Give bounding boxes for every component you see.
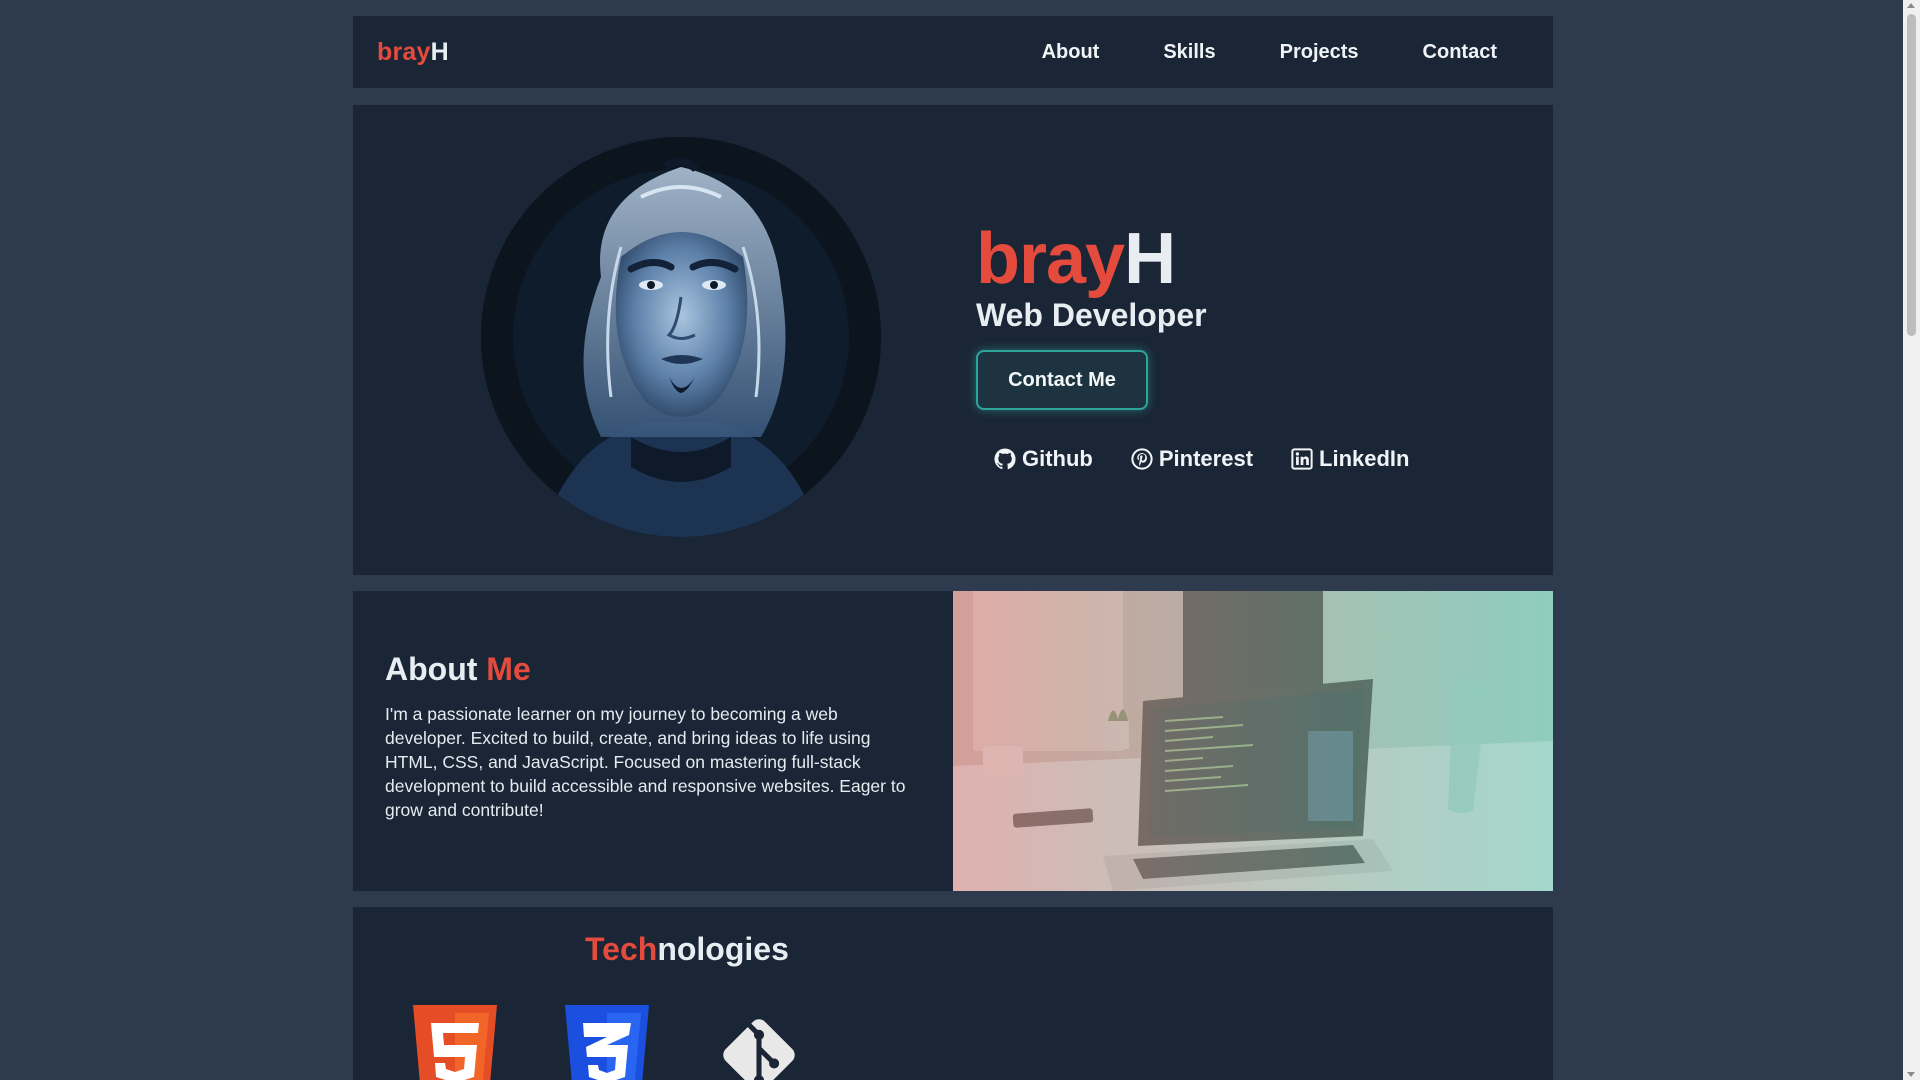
profile-avatar [481, 137, 881, 537]
social-link-github-label: Github [1022, 446, 1093, 471]
social-links: Github Pinterest LinkedIn [976, 446, 1409, 472]
nav-link-projects[interactable]: Projects [1280, 41, 1359, 64]
top-navbar: brayH About Skills Projects Contact [353, 16, 1553, 88]
scroll-up-arrow-icon[interactable] [1907, 3, 1915, 8]
about-content: About Me I'm a passionate learner on my … [353, 591, 953, 891]
technologies-title: Technologies [585, 931, 789, 968]
about-description: I'm a passionate learner on my journey t… [385, 704, 906, 820]
technologies-title-accent: Tech [585, 931, 658, 967]
nav-link-contact[interactable]: Contact [1423, 41, 1497, 64]
nav-link-about[interactable]: About [1042, 41, 1100, 64]
hero-role: Web Developer [976, 297, 1207, 333]
desk-laptop-illustration [953, 591, 1553, 891]
logo-part-accent: bray [377, 37, 431, 66]
about-title: About Me [385, 651, 921, 688]
page-scrollbar[interactable] [1903, 0, 1920, 1080]
technologies-section: Technologies [353, 907, 1553, 1080]
git-icon [723, 1019, 795, 1080]
social-link-pinterest[interactable]: Pinterest [1131, 446, 1253, 472]
nav-link-skills[interactable]: Skills [1163, 41, 1215, 64]
logo-part-main: H [430, 37, 449, 66]
css3-icon [565, 1005, 649, 1080]
about-desk-image [953, 591, 1553, 891]
linkedin-icon [1291, 448, 1313, 470]
hero-name-accent: bray [976, 219, 1125, 299]
pinterest-icon [1131, 448, 1153, 470]
scrollbar-thumb[interactable] [1907, 14, 1916, 336]
nav-links: About Skills Projects Contact [1042, 41, 1497, 64]
social-link-linkedin[interactable]: LinkedIn [1291, 446, 1409, 472]
logo[interactable]: brayH [377, 38, 449, 67]
scroll-down-arrow-icon[interactable] [1907, 1072, 1915, 1077]
avatar-illustration [481, 137, 881, 537]
social-link-linkedin-label: LinkedIn [1319, 446, 1410, 471]
about-title-accent: Me [486, 651, 531, 687]
technology-icons [413, 1005, 801, 1080]
hero-text: brayH Web Developer Contact Me Github Pi… [976, 218, 1409, 472]
social-link-pinterest-label: Pinterest [1158, 446, 1254, 471]
technologies-title-main: nologies [657, 931, 789, 967]
about-section: About Me I'm a passionate learner on my … [353, 591, 1553, 891]
hero-section: brayH Web Developer Contact Me Github Pi… [353, 105, 1553, 575]
social-link-github[interactable]: Github [994, 446, 1093, 472]
hero-name-main: H [1124, 219, 1176, 299]
contact-me-button[interactable]: Contact Me [976, 350, 1148, 410]
github-icon [994, 448, 1016, 470]
about-title-main: About [385, 651, 487, 687]
hero-name: brayH [976, 218, 1409, 300]
html5-icon [413, 1005, 497, 1080]
